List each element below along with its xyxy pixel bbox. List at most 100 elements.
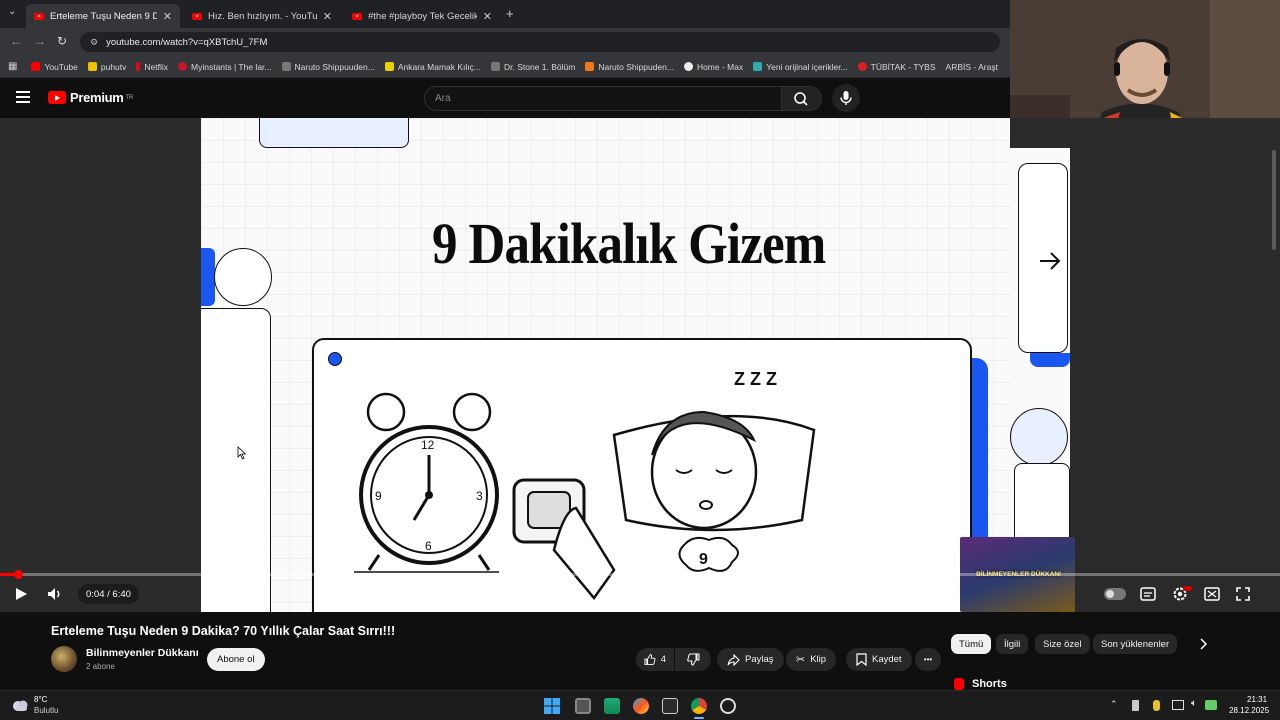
scrubber-handle[interactable]: [14, 570, 23, 579]
video-player[interactable]: 9 Dakikalık Gizem 12 3 6 9 Z Z Z 9: [0, 118, 1280, 638]
share-icon: [727, 653, 740, 666]
speaker-icon[interactable]: 🔈︎: [1191, 698, 1197, 709]
fullscreen-icon[interactable]: [1236, 587, 1250, 601]
forward-icon[interactable]: →: [34, 34, 46, 48]
close-icon[interactable]: ✕: [163, 10, 172, 23]
apps-grid-icon[interactable]: ▦: [8, 61, 17, 72]
browser-tab-strip: ⌄ Erteleme Tuşu Neden 9 Dakika ✕ Hız. Be…: [0, 0, 1010, 28]
like-button[interactable]: 4: [636, 648, 674, 671]
svg-text:12: 12: [421, 438, 435, 452]
chevron-up-icon[interactable]: ⌃: [1110, 699, 1118, 710]
bookmark-item[interactable]: Myinstants | The lar...: [178, 62, 272, 72]
close-icon[interactable]: ✕: [483, 10, 492, 23]
more-actions-button[interactable]: •••: [915, 648, 941, 671]
network-icon[interactable]: [1172, 700, 1184, 710]
thumbs-up-icon: [644, 654, 656, 665]
video-title: Erteleme Tuşu Neden 9 Dakika? 70 Yıllık …: [51, 624, 396, 638]
clock-date[interactable]: 28.12.2025: [1229, 706, 1269, 715]
site-info-icon[interactable]: ⚙: [90, 37, 98, 48]
bookmark-label: Dr. Stone 1. Bölüm: [503, 61, 576, 72]
windows-taskbar: 8°C Bulutlu ⌃ 🔈︎ 21:31 28.12.2025: [0, 690, 1280, 720]
url-field[interactable]: ⚙ youtube.com/watch?v=qXBTchU_7FM: [80, 32, 1000, 52]
tab-title: Hız. Ben hızlıyım. - YouTube: [208, 10, 317, 22]
tab-title: Erteleme Tuşu Neden 9 Dakika: [50, 10, 157, 22]
tray-app-icon[interactable]: [1205, 700, 1217, 710]
share-button[interactable]: Paylaş: [717, 648, 784, 671]
windows-start-icon[interactable]: [544, 698, 560, 714]
bookmark-item[interactable]: ARBİS - Araşt: [946, 62, 998, 72]
bookmark-label: Naruto Shippuden...: [598, 61, 674, 72]
tab-active[interactable]: Erteleme Tuşu Neden 9 Dakika ✕: [26, 4, 180, 28]
bookmark-label: ARBİS - Araşt: [945, 61, 998, 72]
youtube-favicon-icon: [34, 12, 44, 20]
alarm-clock-illustration: 12 3 6 9 Z Z Z 9: [354, 369, 816, 600]
address-bar-row: ← → ↻ ⚙ youtube.com/watch?v=qXBTchU_7FM: [0, 28, 1010, 56]
task-view-icon[interactable]: [575, 698, 591, 714]
hamburger-menu-icon[interactable]: [16, 91, 30, 103]
clip-button[interactable]: ✂ Klip: [786, 648, 837, 671]
clock-time[interactable]: 21:31: [1247, 695, 1267, 704]
bookmark-item[interactable]: Naruto Shippuden...: [585, 62, 674, 72]
tab-3[interactable]: #the #playboy Tek Gecelikleri ✕: [344, 4, 500, 28]
chevron-right-icon[interactable]: [1198, 638, 1208, 650]
app-icon[interactable]: [720, 698, 736, 714]
mouse-cursor-icon: [237, 446, 247, 460]
site-icon: [281, 62, 291, 71]
chip-related[interactable]: İlgili: [996, 634, 1029, 654]
chip-for-you[interactable]: Size özel: [1035, 634, 1090, 654]
tab-search-icon[interactable]: ⌄: [8, 6, 16, 17]
clock-digit: 9: [699, 551, 708, 568]
bookmark-item[interactable]: Naruto Shippuuden...: [281, 62, 375, 72]
url-text: youtube.com/watch?v=qXBTchU_7FM: [106, 36, 268, 48]
close-icon[interactable]: ✕: [323, 10, 332, 23]
search-button[interactable]: [782, 86, 822, 111]
bookmark-item[interactable]: Yeni orijinal içerikler...: [753, 61, 848, 72]
bookmark-label: TÜBİTAK - TYBS: [870, 61, 936, 72]
subtitles-icon[interactable]: [1140, 587, 1156, 601]
channel-name[interactable]: Bilinmeyenler Dükkanı: [86, 647, 199, 659]
bookmark-item[interactable]: puhutv: [87, 62, 126, 72]
reload-icon[interactable]: ↻: [57, 34, 67, 48]
usb-icon[interactable]: [1132, 700, 1139, 711]
chrome-icon[interactable]: [691, 698, 707, 714]
subscribe-button[interactable]: Abone ol: [207, 648, 265, 671]
search-input[interactable]: Ara: [424, 86, 782, 111]
tab-2[interactable]: Hız. Ben hızlıyım. - YouTube ✕: [184, 4, 340, 28]
tubitak-icon: [857, 62, 867, 71]
play-button[interactable]: [14, 587, 28, 601]
svg-text:3: 3: [476, 489, 483, 503]
miniplayer-icon[interactable]: [1204, 587, 1220, 601]
voice-search-button[interactable]: [832, 84, 860, 112]
bookmark-item[interactable]: Home - Max: [683, 62, 743, 72]
chip-recently-uploaded[interactable]: Son yüklenenler: [1093, 634, 1178, 654]
youtube-premium-logo[interactable]: Premium TR: [48, 90, 133, 105]
dislike-button[interactable]: [675, 648, 711, 671]
bookmark-label: Yeni orijinal içerikler...: [766, 61, 848, 72]
new-tab-button[interactable]: +: [506, 6, 514, 21]
bookmark-item[interactable]: Netflix: [136, 62, 168, 72]
weather-description[interactable]: Bulutlu: [34, 706, 58, 715]
bookmark-item[interactable]: Ankara Mamak Kılıç...: [384, 62, 481, 72]
progress-bar[interactable]: [0, 570, 1280, 579]
tray-app-icon[interactable]: [1153, 700, 1160, 711]
bookmark-item[interactable]: TÜBİTAK - TYBS: [857, 61, 936, 72]
autoplay-toggle[interactable]: [1104, 588, 1126, 600]
app-icon[interactable]: [604, 698, 620, 714]
store-icon[interactable]: [662, 698, 678, 714]
chip-all[interactable]: Tümü: [951, 634, 992, 654]
site-icon: [585, 62, 595, 71]
scrollbar-thumb[interactable]: [1272, 150, 1276, 250]
back-icon[interactable]: ←: [10, 34, 22, 48]
bookmark-label: Netflix: [144, 61, 169, 72]
bookmark-item[interactable]: Dr. Stone 1. Bölüm: [490, 61, 576, 72]
slide-title: 9 Dakikalık Gizem: [432, 211, 826, 276]
cloud-weather-icon: [13, 700, 28, 711]
weather-temperature[interactable]: 8°C: [34, 695, 47, 704]
channel-avatar[interactable]: [51, 646, 77, 672]
slide-decoration: [214, 248, 272, 306]
volume-icon[interactable]: [47, 587, 63, 601]
bookmark-item[interactable]: YouTube: [31, 62, 78, 72]
copilot-icon[interactable]: [633, 698, 649, 714]
save-button[interactable]: Kaydet: [846, 648, 912, 671]
bookmarks-bar: ▦ YouTube puhutv Netflix Myinstants | Th…: [0, 56, 1010, 78]
